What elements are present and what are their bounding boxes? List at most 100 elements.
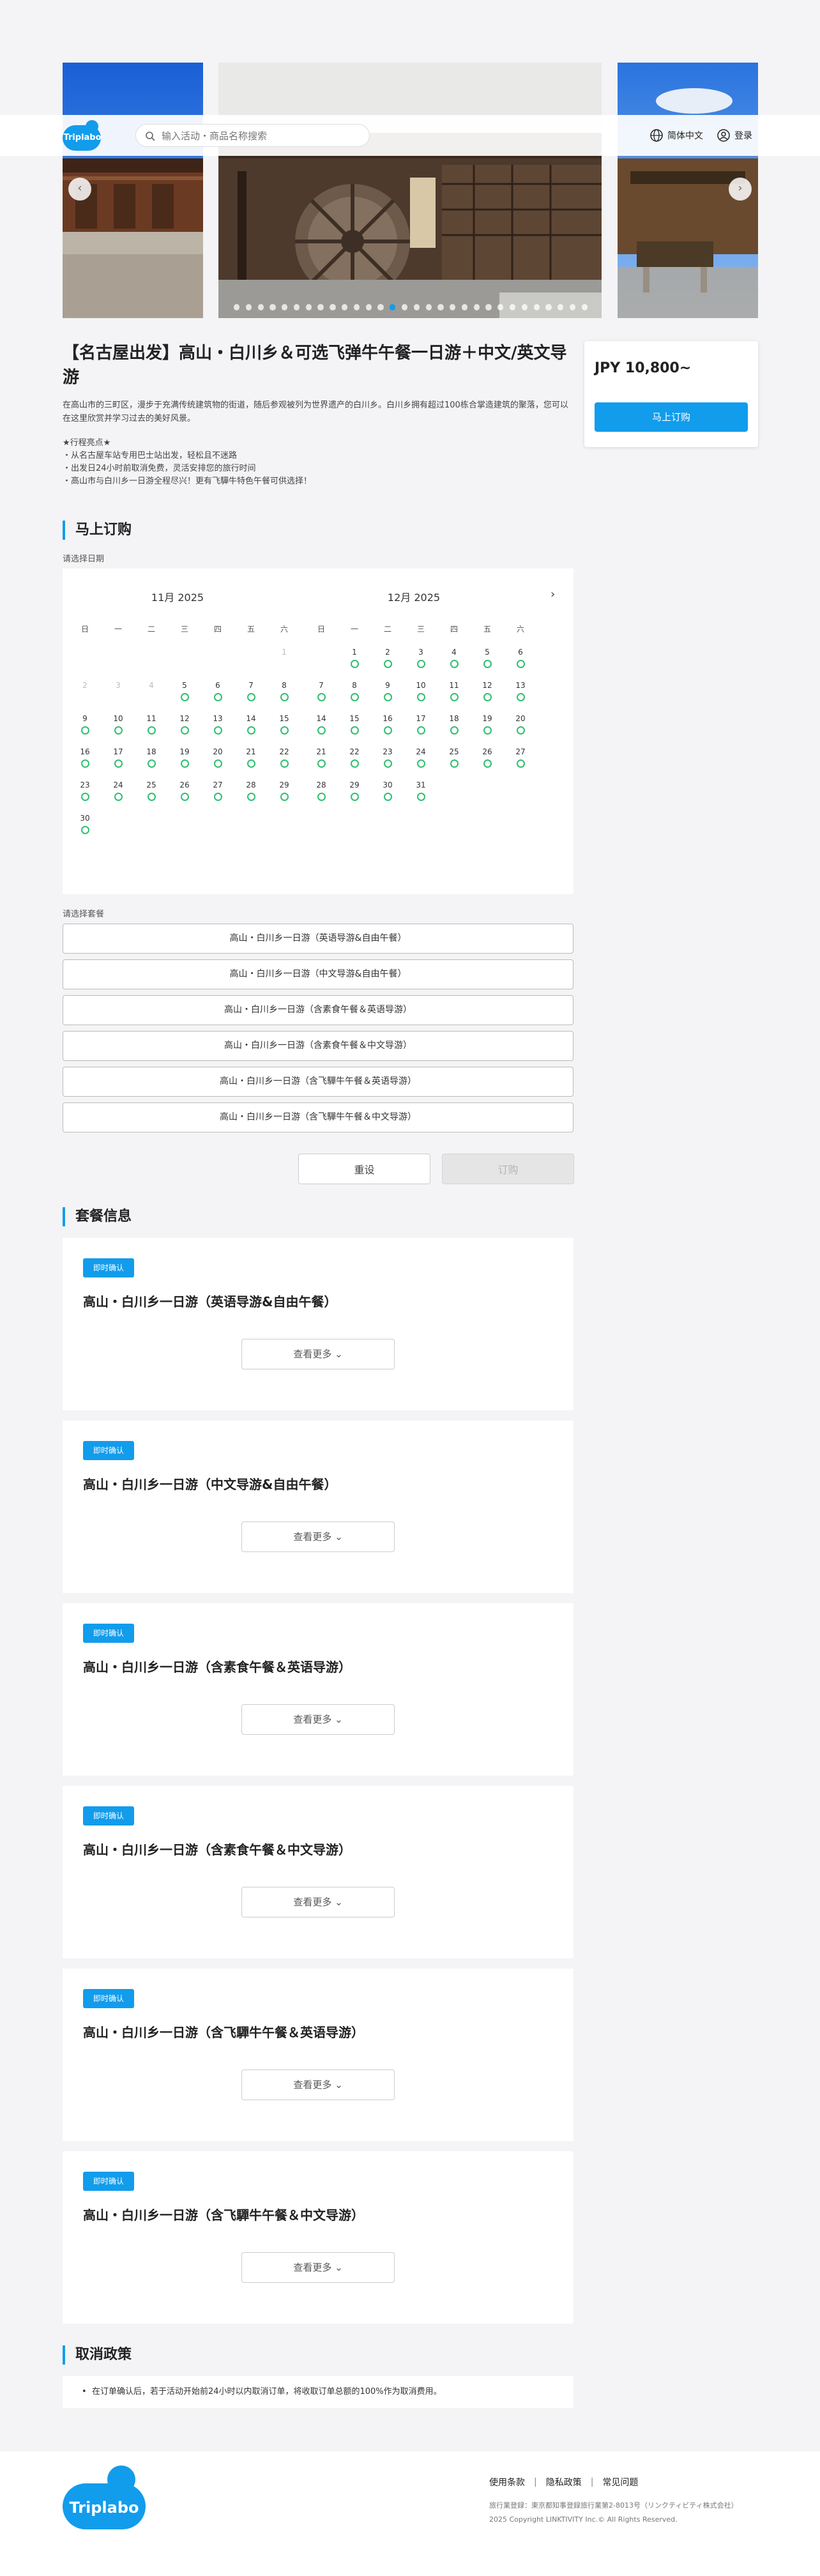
carousel-dot[interactable] xyxy=(305,304,312,310)
calendar-day[interactable]: 19 xyxy=(176,747,193,768)
carousel-dot[interactable] xyxy=(282,304,288,310)
view-more-button[interactable]: 查看更多 ⌄ xyxy=(241,1339,395,1369)
calendar-day[interactable]: 17 xyxy=(110,747,126,768)
package-option[interactable]: 高山・白川乡一日游（含素食午餐＆英语导游） xyxy=(63,995,573,1025)
calendar-day[interactable]: 10 xyxy=(110,714,126,735)
login-link[interactable]: 登录 xyxy=(717,128,752,143)
calendar-day[interactable]: 3 xyxy=(413,648,429,668)
calendar-day[interactable]: 14 xyxy=(243,714,259,735)
carousel-dot[interactable] xyxy=(353,304,360,310)
carousel-dot[interactable] xyxy=(497,304,504,310)
carousel-dot[interactable] xyxy=(330,304,336,310)
carousel-dot[interactable] xyxy=(545,304,552,310)
carousel-dot[interactable] xyxy=(401,304,408,310)
calendar-day[interactable]: 1 xyxy=(346,648,363,668)
carousel-dot[interactable] xyxy=(390,304,396,310)
calendar-day[interactable]: 17 xyxy=(413,714,429,735)
carousel-dot[interactable] xyxy=(293,304,300,310)
carousel-dot[interactable] xyxy=(450,304,456,310)
carousel-next-button[interactable]: › xyxy=(729,178,752,201)
calendar-day[interactable]: 21 xyxy=(313,747,330,768)
calendar-day[interactable]: 16 xyxy=(77,747,93,768)
carousel-dot[interactable] xyxy=(413,304,420,310)
calendar-day[interactable]: 6 xyxy=(512,648,529,668)
logo[interactable]: Triplabo xyxy=(63,120,105,151)
calendar-day[interactable]: 7 xyxy=(243,681,259,701)
calendar-day[interactable]: 12 xyxy=(176,714,193,735)
calendar-day[interactable]: 24 xyxy=(110,781,126,801)
calendar-day[interactable]: 14 xyxy=(313,714,330,735)
calendar-day[interactable]: 18 xyxy=(143,747,160,768)
footer-link-privacy[interactable]: 隐私政策 xyxy=(546,2476,582,2488)
view-more-button[interactable]: 查看更多 ⌄ xyxy=(241,1887,395,1917)
package-option[interactable]: 高山・白川乡一日游（含飞驒牛午餐＆英语导游） xyxy=(63,1067,573,1097)
calendar-next-button[interactable]: › xyxy=(550,588,555,601)
calendar-day[interactable]: 20 xyxy=(209,747,226,768)
calendar-day[interactable]: 23 xyxy=(379,747,396,768)
calendar-day[interactable]: 22 xyxy=(276,747,292,768)
calendar-day[interactable]: 5 xyxy=(176,681,193,701)
carousel-dot[interactable] xyxy=(365,304,372,310)
view-more-button[interactable]: 查看更多 ⌄ xyxy=(241,1704,395,1735)
calendar-day[interactable]: 28 xyxy=(313,781,330,801)
calendar-day[interactable]: 8 xyxy=(276,681,292,701)
carousel-dot[interactable] xyxy=(377,304,384,310)
package-option[interactable]: 高山・白川乡一日游（含飞驒牛午餐＆中文导游） xyxy=(63,1102,573,1132)
calendar-day[interactable]: 8 xyxy=(346,681,363,701)
package-option[interactable]: 高山・白川乡一日游（英语导游&自由午餐） xyxy=(63,924,573,954)
calendar-day[interactable]: 10 xyxy=(413,681,429,701)
calendar-day[interactable]: 26 xyxy=(176,781,193,801)
carousel-dot[interactable] xyxy=(509,304,516,310)
carousel-dot[interactable] xyxy=(521,304,528,310)
carousel-dot[interactable] xyxy=(425,304,432,310)
calendar-day[interactable]: 12 xyxy=(479,681,496,701)
carousel-dot[interactable] xyxy=(461,304,468,310)
calendar-day[interactable]: 11 xyxy=(143,714,160,735)
package-option[interactable]: 高山・白川乡一日游（含素食午餐＆中文导游） xyxy=(63,1031,573,1061)
calendar-day[interactable]: 31 xyxy=(413,781,429,801)
calendar-day[interactable]: 7 xyxy=(313,681,330,701)
calendar-day[interactable]: 2 xyxy=(379,648,396,668)
footer-link-terms[interactable]: 使用条款 xyxy=(489,2476,525,2488)
view-more-button[interactable]: 查看更多 ⌄ xyxy=(241,2069,395,2100)
calendar-day[interactable]: 16 xyxy=(379,714,396,735)
calendar-day[interactable]: 19 xyxy=(479,714,496,735)
calendar-day[interactable]: 26 xyxy=(479,747,496,768)
carousel-dot[interactable] xyxy=(558,304,564,310)
calendar-day[interactable]: 28 xyxy=(243,781,259,801)
package-option[interactable]: 高山・白川乡一日游（中文导游&自由午餐） xyxy=(63,959,573,989)
calendar-day[interactable]: 18 xyxy=(446,714,462,735)
calendar-day[interactable]: 23 xyxy=(77,781,93,801)
carousel-indicators[interactable] xyxy=(234,304,588,312)
view-more-button[interactable]: 查看更多 ⌄ xyxy=(241,1521,395,1552)
language-selector[interactable]: 简体中文 xyxy=(649,128,703,143)
carousel-dot[interactable] xyxy=(234,304,240,310)
calendar-day[interactable]: 25 xyxy=(446,747,462,768)
calendar-day[interactable]: 9 xyxy=(379,681,396,701)
carousel-dot[interactable] xyxy=(342,304,348,310)
search-bar[interactable] xyxy=(135,124,370,147)
footer-link-faq[interactable]: 常见问题 xyxy=(602,2476,638,2488)
calendar-day[interactable]: 4 xyxy=(446,648,462,668)
calendar-day[interactable]: 9 xyxy=(77,714,93,735)
calendar-day[interactable]: 24 xyxy=(413,747,429,768)
calendar-day[interactable]: 6 xyxy=(209,681,226,701)
carousel-dot[interactable] xyxy=(270,304,276,310)
order-button[interactable]: 订购 xyxy=(442,1154,574,1184)
calendar-day[interactable]: 25 xyxy=(143,781,160,801)
calendar-day[interactable]: 29 xyxy=(346,781,363,801)
calendar-day[interactable]: 30 xyxy=(77,814,93,834)
carousel-dot[interactable] xyxy=(533,304,540,310)
carousel-dot[interactable] xyxy=(581,304,588,310)
calendar-day[interactable]: 13 xyxy=(209,714,226,735)
calendar-day[interactable]: 13 xyxy=(512,681,529,701)
carousel-dot[interactable] xyxy=(245,304,252,310)
calendar-day[interactable]: 20 xyxy=(512,714,529,735)
calendar-day[interactable]: 29 xyxy=(276,781,292,801)
calendar-day[interactable]: 15 xyxy=(346,714,363,735)
calendar-day[interactable]: 15 xyxy=(276,714,292,735)
search-input[interactable] xyxy=(162,130,353,142)
reset-button[interactable]: 重设 xyxy=(298,1154,430,1184)
book-now-button[interactable]: 马上订购 xyxy=(595,402,748,432)
calendar-day[interactable]: 30 xyxy=(379,781,396,801)
